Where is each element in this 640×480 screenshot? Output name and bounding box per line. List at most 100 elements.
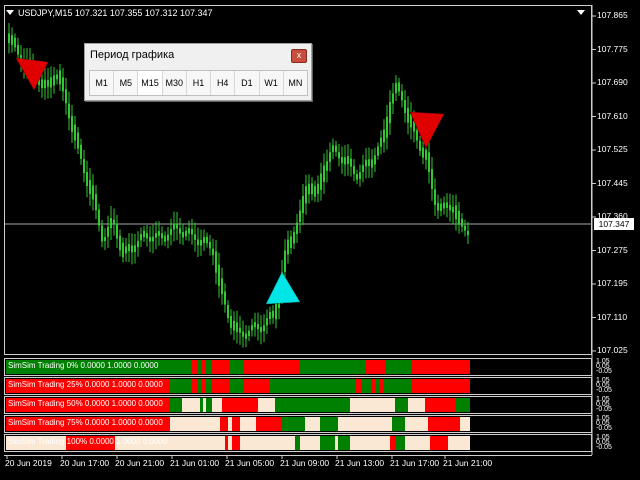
indicator-segment — [212, 379, 230, 393]
candle-body — [344, 157, 346, 165]
candle-body — [467, 230, 469, 236]
timeframe-button-m5[interactable]: M5 — [114, 71, 139, 95]
candle-body — [176, 223, 178, 229]
timeframe-button-h4[interactable]: H4 — [211, 71, 236, 95]
indicator-segment — [244, 360, 300, 374]
indicator-segment — [385, 360, 412, 374]
indicator-segment — [203, 398, 206, 412]
candle-body — [50, 77, 52, 88]
indicator-segment — [206, 379, 212, 393]
candle-body — [284, 250, 286, 272]
candle-body — [56, 74, 58, 80]
candle-body — [293, 231, 295, 244]
candle-body — [8, 33, 10, 44]
candle-body — [98, 209, 100, 226]
time-tick-label: 21 Jun 01:00 — [170, 458, 220, 468]
timeframe-button-m30[interactable]: M30 — [163, 71, 187, 95]
indicator-segment — [228, 417, 232, 431]
timeframe-button-h1[interactable]: H1 — [187, 71, 212, 95]
candle-body — [62, 77, 64, 92]
candle-body — [173, 223, 175, 230]
price-tick-label: 107.025 — [597, 345, 628, 355]
candle-body — [374, 155, 376, 165]
timeframe-button-w1[interactable]: W1 — [260, 71, 284, 95]
candle-body — [359, 172, 361, 180]
indicator-segment — [305, 417, 320, 431]
indicator-segment — [232, 417, 240, 431]
candle-body — [185, 230, 187, 237]
price-tick-label: 107.690 — [597, 77, 628, 87]
candle-body — [389, 101, 391, 124]
candle-body — [452, 206, 454, 213]
indicator-segment — [220, 417, 228, 431]
candle-body — [350, 158, 352, 167]
close-button[interactable]: x — [291, 49, 307, 63]
candle-body — [152, 236, 154, 242]
indicator-segment — [232, 436, 240, 450]
candle-body — [371, 159, 373, 168]
candle-body — [431, 169, 433, 189]
candle-body — [287, 239, 289, 255]
candle-body — [326, 161, 328, 171]
indicator-segment — [222, 398, 258, 412]
candle-body — [179, 228, 181, 234]
timeframe-dialog[interactable]: Период графика x M1 M5 M15 M30 H1 H4 D1 W1 MN — [84, 43, 312, 101]
candle-body — [104, 237, 106, 242]
candle-body — [77, 132, 79, 149]
indicator-segment — [365, 360, 385, 374]
indicator-segment — [338, 417, 392, 431]
indicator-scale-tick: -0.05 — [596, 425, 612, 432]
candle-body — [305, 186, 307, 204]
indicator-segment — [115, 436, 225, 450]
candle-body — [443, 202, 445, 209]
candle-body — [260, 327, 262, 333]
timeframe-button-mn[interactable]: MN — [284, 71, 307, 95]
candle-body — [308, 183, 310, 195]
triangle-down-icon[interactable] — [577, 10, 585, 15]
candle-body — [419, 140, 421, 151]
candle-body — [347, 155, 349, 164]
indicator-segment — [240, 417, 256, 431]
candle-body — [224, 291, 226, 305]
candle-body — [236, 322, 238, 332]
candle-body — [125, 246, 127, 254]
candle-body — [245, 333, 247, 339]
price-tick-label: 107.110 — [597, 311, 628, 322]
candle-body — [215, 251, 217, 273]
candle-body — [14, 37, 16, 48]
candle-body — [296, 222, 298, 235]
indicator-segment — [405, 436, 430, 450]
indicator-segment — [282, 417, 305, 431]
indicator-scale-tick: -0.05 — [596, 444, 612, 451]
candle-body — [428, 152, 430, 172]
price-tick-label: 107.195 — [597, 278, 628, 288]
indicator-segment — [300, 436, 320, 450]
indicator-segment — [182, 398, 200, 412]
candle-body — [353, 166, 355, 175]
candle-body — [107, 226, 109, 237]
indicator-segment — [408, 398, 425, 412]
timeframe-button-d1[interactable]: D1 — [235, 71, 260, 95]
candle-body — [65, 89, 67, 104]
candle-body — [392, 93, 394, 104]
candle-body — [17, 44, 19, 55]
timeframe-button-m15[interactable]: M15 — [138, 71, 163, 95]
indicator-segment — [338, 436, 350, 450]
indicator-segment — [295, 436, 300, 450]
candle-body — [338, 152, 340, 159]
indicator-segment — [66, 436, 115, 450]
candle-body — [437, 203, 439, 211]
triangle-down-icon[interactable] — [6, 10, 14, 15]
candle-body — [188, 228, 190, 234]
candle-body — [461, 218, 463, 227]
candle-body — [299, 210, 301, 223]
candle-body — [314, 185, 316, 197]
timeframe-button-m1[interactable]: M1 — [90, 71, 115, 95]
candle-body — [221, 278, 223, 295]
candle-body — [449, 204, 451, 211]
indicator-segment — [395, 436, 405, 450]
candle-body — [422, 147, 424, 158]
candle-body — [323, 165, 325, 182]
candle-body — [164, 235, 166, 242]
candle-body — [320, 173, 322, 190]
